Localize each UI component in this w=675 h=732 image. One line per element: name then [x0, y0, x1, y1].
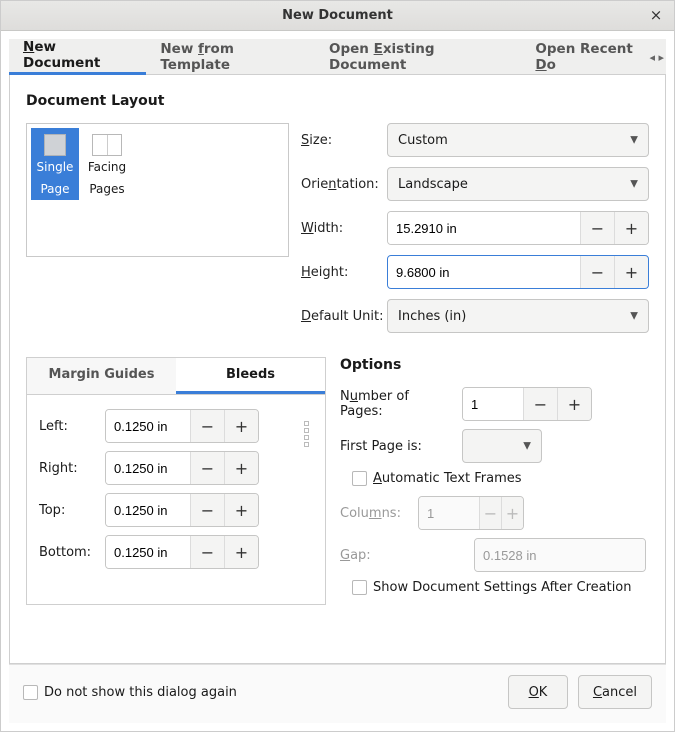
- label-bleed-top: Top:: [39, 503, 105, 518]
- label-columns: Columns:: [340, 506, 410, 521]
- label-dont-show: Do not show this dialog again: [44, 685, 237, 700]
- bleed-bottom-plus[interactable]: +: [224, 536, 258, 568]
- select-first-page[interactable]: ▼: [462, 429, 542, 463]
- label-height: Height:: [301, 265, 387, 280]
- chevron-down-icon: ▼: [523, 441, 531, 452]
- select-orientation[interactable]: Landscape ▼: [387, 167, 649, 201]
- label-orientation: Orientation:: [301, 177, 387, 192]
- cancel-button[interactable]: Cancel: [578, 675, 652, 709]
- chevron-down-icon: ▼: [630, 135, 638, 146]
- input-bleed-left[interactable]: − +: [105, 409, 259, 443]
- margin-bleed-panel: Margin Guides Bleeds Left: − +: [26, 357, 326, 605]
- checkbox-dont-show-again[interactable]: [23, 685, 38, 700]
- num-pages-plus[interactable]: +: [557, 388, 591, 420]
- tab-scroll-arrows[interactable]: ◂ ▸: [649, 39, 664, 75]
- section-options: Options: [340, 357, 649, 373]
- single-page-icon: [44, 134, 66, 156]
- label-bleed-left: Left:: [39, 419, 105, 434]
- content: New Document New from Template Open Exis…: [1, 31, 674, 731]
- pane-new-document: Document Layout Single Page Facing Pages: [9, 75, 666, 664]
- new-document-dialog: New Document × New Document New from Tem…: [0, 0, 675, 732]
- main-tabs: New Document New from Template Open Exis…: [9, 39, 666, 75]
- height-plus[interactable]: +: [614, 256, 648, 288]
- label-size: Size:: [301, 133, 387, 148]
- input-bleed-bottom[interactable]: − +: [105, 535, 259, 569]
- input-height[interactable]: − +: [387, 255, 649, 289]
- titlebar: New Document ×: [1, 1, 674, 31]
- input-width[interactable]: − +: [387, 211, 649, 245]
- input-num-pages[interactable]: − +: [462, 387, 592, 421]
- ok-button[interactable]: OK: [508, 675, 568, 709]
- chevron-down-icon: ▼: [630, 311, 638, 322]
- bleed-left-minus[interactable]: −: [190, 410, 224, 442]
- label-first-page: First Page is:: [340, 439, 454, 454]
- tab-open-existing[interactable]: Open Existing Document: [315, 39, 521, 75]
- width-field[interactable]: [388, 212, 580, 244]
- input-columns: − +: [418, 496, 524, 530]
- columns-minus: −: [479, 497, 501, 529]
- height-field[interactable]: [388, 256, 580, 288]
- link-values-icon[interactable]: [299, 421, 313, 577]
- label-width: Width:: [301, 221, 387, 236]
- thumb-single-page[interactable]: Single Page: [31, 128, 79, 200]
- label-bleed-bottom: Bottom:: [39, 545, 105, 560]
- label-num-pages: Number of Pages:: [340, 389, 454, 419]
- label-bleed-right: Right:: [39, 461, 105, 476]
- select-size[interactable]: Custom ▼: [387, 123, 649, 157]
- bleed-top-plus[interactable]: +: [224, 494, 258, 526]
- select-default-unit[interactable]: Inches (in) ▼: [387, 299, 649, 333]
- input-bleed-right[interactable]: − +: [105, 451, 259, 485]
- columns-plus: +: [501, 497, 523, 529]
- window-title: New Document: [1, 8, 674, 23]
- tab-new-document[interactable]: New Document: [9, 39, 146, 75]
- bleed-top-minus[interactable]: −: [190, 494, 224, 526]
- bleed-bottom-minus[interactable]: −: [190, 536, 224, 568]
- bleed-left-plus[interactable]: +: [224, 410, 258, 442]
- label-show-settings: Show Document Settings After Creation: [373, 580, 632, 595]
- label-auto-text-frames: Automatic Text Frames: [373, 471, 522, 486]
- tab-margin-guides[interactable]: Margin Guides: [27, 358, 176, 394]
- page-layout-thumbs: Single Page Facing Pages: [26, 123, 289, 257]
- label-gap: Gap:: [340, 548, 410, 563]
- checkbox-auto-text-frames[interactable]: [352, 471, 367, 486]
- checkbox-show-settings[interactable]: [352, 580, 367, 595]
- height-minus[interactable]: −: [580, 256, 614, 288]
- input-bleed-top[interactable]: − +: [105, 493, 259, 527]
- bleed-right-plus[interactable]: +: [224, 452, 258, 484]
- width-plus[interactable]: +: [614, 212, 648, 244]
- bleed-right-minus[interactable]: −: [190, 452, 224, 484]
- input-gap: − +: [474, 538, 646, 572]
- width-minus[interactable]: −: [580, 212, 614, 244]
- tab-bleeds[interactable]: Bleeds: [176, 358, 325, 394]
- section-document-layout: Document Layout: [26, 93, 649, 109]
- num-pages-minus[interactable]: −: [523, 388, 557, 420]
- chevron-down-icon: ▼: [630, 179, 638, 190]
- dialog-footer: Do not show this dialog again OK Cancel: [9, 664, 666, 723]
- close-icon[interactable]: ×: [646, 5, 666, 25]
- facing-pages-icon: [92, 134, 122, 156]
- label-default-unit: Default Unit:: [301, 309, 387, 324]
- tab-from-template[interactable]: New from Template: [146, 39, 315, 75]
- thumb-facing-pages[interactable]: Facing Pages: [83, 128, 131, 200]
- tab-open-recent[interactable]: Open Recent Do: [521, 39, 666, 75]
